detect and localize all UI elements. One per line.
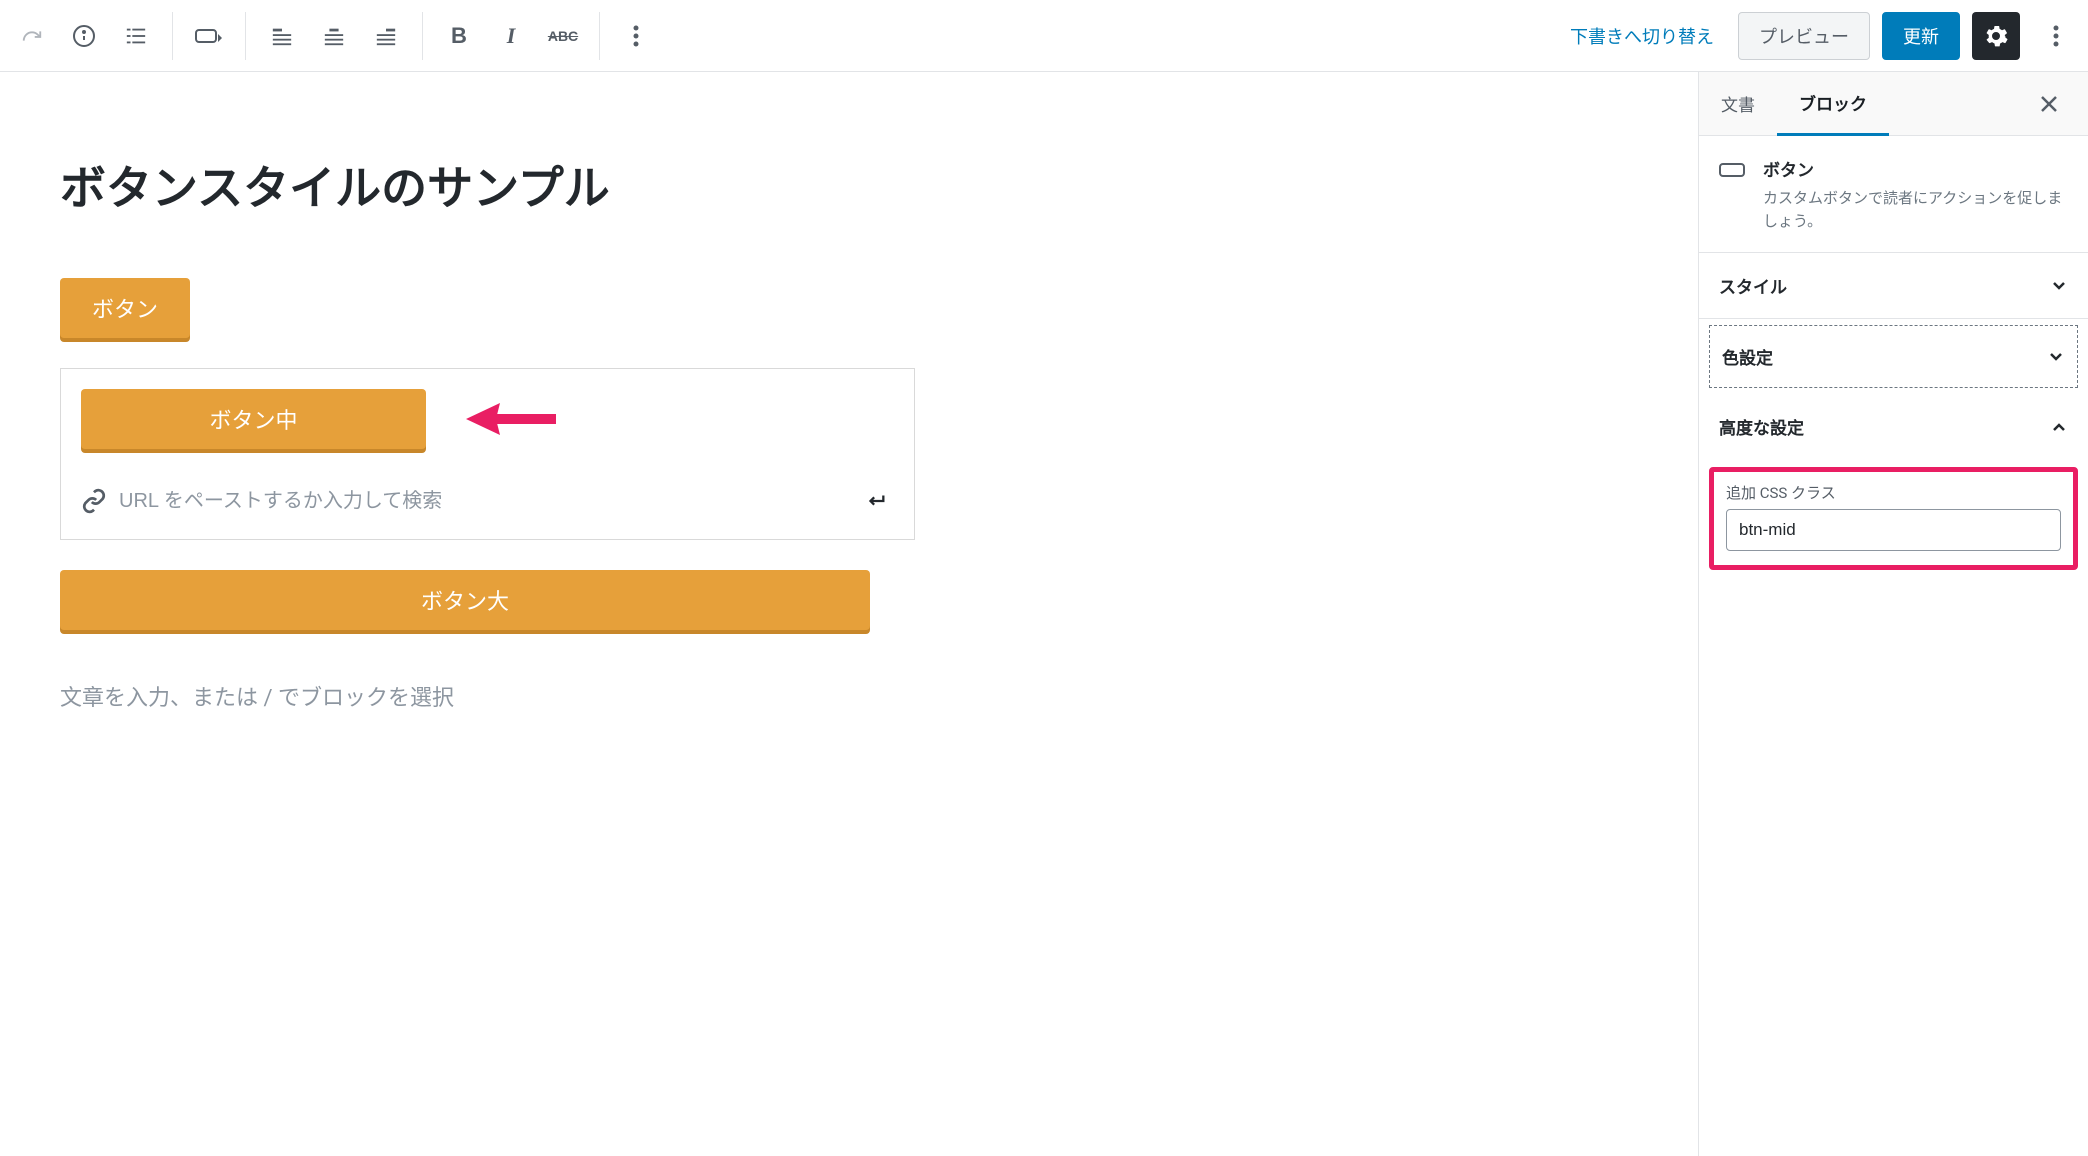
align-left-icon <box>271 25 293 47</box>
switch-draft-button[interactable]: 下書きへ切り替え <box>1558 15 1726 57</box>
block-info: ボタン カスタムボタンで読者にアクションを促しましょう。 <box>1699 136 2088 253</box>
redo-icon <box>21 25 43 47</box>
tab-document[interactable]: 文書 <box>1699 73 1777 134</box>
arrow-annotation-icon <box>466 401 556 437</box>
chevron-down-icon <box>2050 277 2068 295</box>
italic-button[interactable]: I <box>487 12 535 60</box>
outline-button[interactable] <box>112 12 160 60</box>
more-vertical-icon <box>633 25 639 47</box>
url-input[interactable] <box>119 490 846 513</box>
panel-color-label: 色設定 <box>1722 344 1773 369</box>
button-block-icon <box>1719 160 1747 232</box>
sample-button-mid[interactable]: ボタン中 <box>81 389 426 449</box>
panel-advanced-label: 高度な設定 <box>1719 414 1804 439</box>
sample-button-large[interactable]: ボタン大 <box>60 570 870 630</box>
settings-sidebar: 文書 ブロック ボタン カスタムボタンで読者にアクションを促しましょう。 スタイ… <box>1698 72 2088 1156</box>
bold-icon: B <box>451 23 467 49</box>
close-icon <box>2040 95 2058 113</box>
block-placeholder[interactable]: 文章を入力、または / でブロックを選択 <box>60 680 1638 712</box>
panel-advanced: 高度な設定 <box>1699 394 2088 459</box>
enter-icon <box>865 490 887 512</box>
main-area: ボタンスタイルのサンプル ボタン ボタン中 <box>0 72 2088 1156</box>
button-block-small: ボタン <box>60 278 1638 338</box>
panel-style-label: スタイル <box>1719 273 1787 298</box>
align-center-button[interactable] <box>310 12 358 60</box>
app-root: B I ABC 下書きへ切り替え プレビュー 更新 <box>0 0 2088 1156</box>
post-title[interactable]: ボタンスタイルのサンプル <box>60 152 1638 218</box>
block-info-title: ボタン <box>1763 156 2068 181</box>
button-block-large: ボタン大 <box>60 570 1638 630</box>
button-block-icon <box>195 26 223 46</box>
align-center-icon <box>323 25 345 47</box>
toolbar-separator <box>172 12 173 60</box>
strikethrough-button[interactable]: ABC <box>539 12 587 60</box>
toolbar-left-group: B I ABC <box>8 12 660 60</box>
panel-advanced-header[interactable]: 高度な設定 <box>1699 394 2088 459</box>
bold-button[interactable]: B <box>435 12 483 60</box>
info-button[interactable] <box>60 12 108 60</box>
align-right-icon <box>375 25 397 47</box>
url-input-row <box>81 473 894 519</box>
toolbar-separator <box>422 12 423 60</box>
settings-toggle-button[interactable] <box>1972 12 2020 60</box>
strikethrough-icon: ABC <box>548 28 578 44</box>
sidebar-tabs: 文書 ブロック <box>1699 72 2088 136</box>
tab-block[interactable]: ブロック <box>1777 72 1889 136</box>
update-button[interactable]: 更新 <box>1882 12 1960 60</box>
italic-icon: I <box>507 23 516 49</box>
outline-icon <box>125 25 147 47</box>
button-block-mid-row: ボタン中 <box>81 389 894 449</box>
block-info-text: ボタン カスタムボタンで読者にアクションを促しましょう。 <box>1763 156 2068 232</box>
css-class-input[interactable] <box>1726 509 2061 551</box>
url-submit-button[interactable] <box>858 483 894 519</box>
preview-button[interactable]: プレビュー <box>1738 12 1870 60</box>
panel-style: スタイル <box>1699 253 2088 319</box>
toolbar-right-group: 下書きへ切り替え プレビュー 更新 <box>1558 12 2080 60</box>
selected-block-wrapper: ボタン中 <box>60 368 915 540</box>
panel-color: 色設定 <box>1709 325 2078 388</box>
chevron-down-icon <box>2047 348 2065 366</box>
block-type-button[interactable] <box>185 12 233 60</box>
align-left-button[interactable] <box>258 12 306 60</box>
css-class-highlight: 追加 CSS クラス <box>1709 467 2078 570</box>
link-icon <box>81 488 107 514</box>
info-icon <box>72 24 96 48</box>
more-options-button[interactable] <box>612 12 660 60</box>
chevron-up-icon <box>2050 418 2068 436</box>
sidebar-close-button[interactable] <box>2040 80 2088 128</box>
align-right-button[interactable] <box>362 12 410 60</box>
css-class-label: 追加 CSS クラス <box>1726 482 2061 503</box>
gear-icon <box>1984 24 2008 48</box>
panel-color-header[interactable]: 色設定 <box>1710 326 2077 387</box>
block-info-description: カスタムボタンで読者にアクションを促しましょう。 <box>1763 187 2068 232</box>
toolbar-separator <box>599 12 600 60</box>
toolbar-separator <box>245 12 246 60</box>
redo-button[interactable] <box>8 12 56 60</box>
editor-canvas: ボタンスタイルのサンプル ボタン ボタン中 <box>0 72 1698 1156</box>
panel-style-header[interactable]: スタイル <box>1699 253 2088 318</box>
sample-button-small[interactable]: ボタン <box>60 278 190 338</box>
more-menu-button[interactable] <box>2032 12 2080 60</box>
more-vertical-icon <box>2053 25 2059 47</box>
editor-toolbar: B I ABC 下書きへ切り替え プレビュー 更新 <box>0 0 2088 72</box>
